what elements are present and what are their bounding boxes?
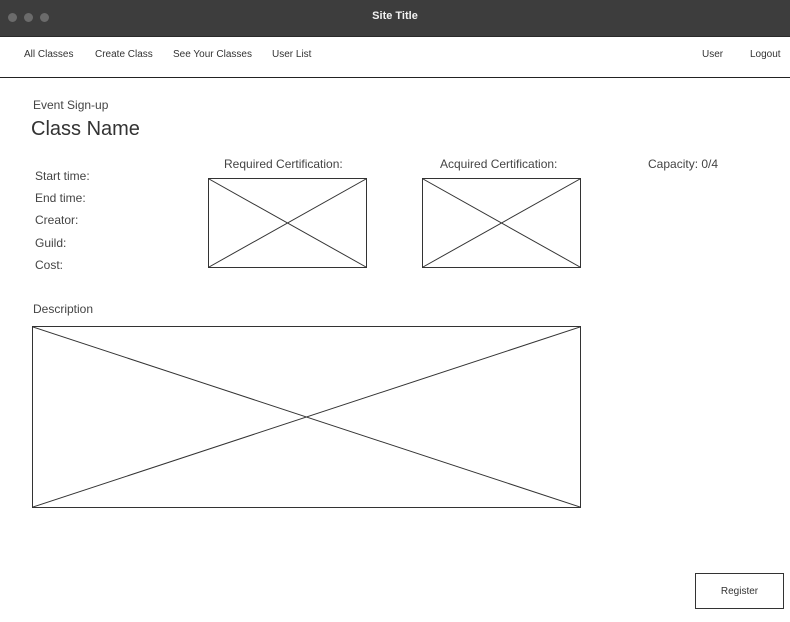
image-placeholder-icon [209,179,366,267]
required-certification-label: Required Certification: [224,157,343,171]
main-content: Event Sign-up Class Name Start time: End… [0,78,790,622]
nav-see-your-classes[interactable]: See Your Classes [173,49,252,60]
nav-user[interactable]: User [702,49,723,60]
window-title: Site Title [372,10,418,22]
start-time-label: Start time: [35,169,90,183]
description-area [32,326,581,508]
guild-label: Guild: [35,236,67,250]
end-time-label: End time: [35,191,86,205]
acquired-certification-label: Acquired Certification: [440,157,558,171]
nav-all-classes[interactable]: All Classes [24,49,73,60]
top-navigation: All Classes Create Class See Your Classe… [0,37,790,78]
acquired-certification-image [422,178,581,268]
description-label: Description [33,302,94,316]
capacity-label: Capacity: 0/4 [648,157,719,171]
nav-user-list[interactable]: User List [272,49,311,60]
register-button[interactable]: Register [695,573,784,609]
image-placeholder-icon [33,327,580,507]
page-eyebrow: Event Sign-up [33,98,109,112]
creator-label: Creator: [35,213,79,227]
cost-label: Cost: [35,258,64,272]
nav-create-class[interactable]: Create Class [95,49,153,60]
required-certification-image [208,178,367,268]
image-placeholder-icon [423,179,580,267]
window-title-bar: Site Title [0,0,790,37]
class-name-heading: Class Name [31,118,140,140]
nav-logout[interactable]: Logout [750,49,781,60]
